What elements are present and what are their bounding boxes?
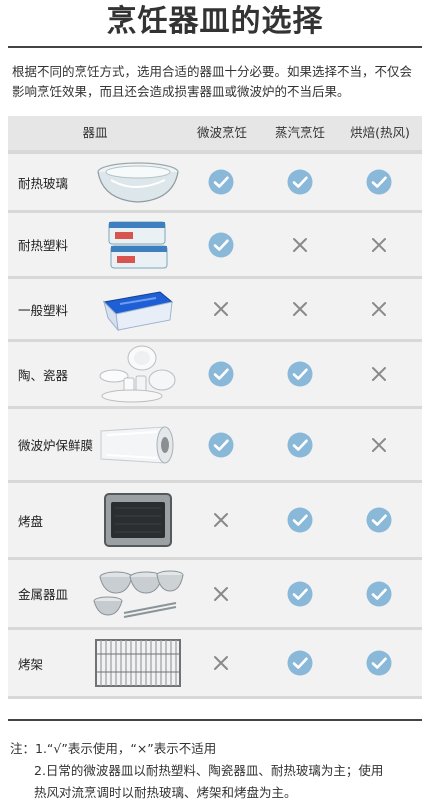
cross-icon [372,437,386,452]
check-icon [366,581,392,606]
cookware-name: 烤盘 [18,513,44,529]
cross-icon [372,367,386,381]
microwave-mark [196,409,246,480]
cookware-name: 一般塑料 [18,302,69,318]
table-row: 耐热塑料 [8,213,422,276]
bake-mark [354,213,404,276]
table-row: 陶、瓷器 [8,342,422,406]
ceramic-dishes-image [90,342,186,406]
metal-bowls-image [90,560,186,627]
bake-mark [354,154,404,210]
notes: 注：1.“√”表示使用，“×”表示不适用 2.日常的微波器皿以耐热塑料、陶瓷器皿… [10,738,422,804]
cookware-name: 耐热玻璃 [18,175,69,191]
cross-icon [293,302,307,316]
glass-bowl-image [90,154,186,210]
microwave-mark [196,154,246,210]
check-icon [366,507,392,533]
steam-mark [275,213,325,276]
bake-mark [354,560,404,627]
cling-film-roll-image [90,409,186,480]
header-bake: 烘焙(热风) [350,125,410,140]
cross-icon [293,237,307,252]
check-icon [208,169,234,195]
table-row: 耐热玻璃 [8,154,422,210]
check-icon [208,432,234,457]
check-icon [366,650,392,676]
cookware-name: 微波炉保鲜膜 [18,438,94,453]
check-icon [287,581,313,606]
header-microwave: 微波烹饪 [196,125,247,140]
bake-mark [354,342,404,406]
microwave-mark [196,560,246,627]
microwave-mark [196,630,246,696]
note-2: 2.日常的微波器皿以耐热塑料、陶瓷器皿、耐热玻璃为主；使用 [34,763,384,778]
steam-mark [275,630,325,696]
check-icon [287,507,313,533]
check-icon [287,169,313,195]
cookware-name: 烤架 [18,656,44,672]
steam-mark [275,409,325,480]
notes-divider [8,719,422,721]
check-icon [208,361,234,387]
steam-mark [275,154,325,210]
page-title: 烹饪器皿的选择 [106,4,324,39]
microwave-mark [196,213,246,276]
cookware-name: 金属器皿 [18,587,69,602]
note-1: 注：1.“√”表示使用，“×”表示不适用 [10,741,217,756]
check-icon [287,432,313,457]
microwave-mark [196,342,246,406]
cross-icon [372,302,386,316]
plastic-containers-image [90,213,186,276]
check-icon [208,232,234,257]
intro-paragraph: 根据不同的烹饪方式，选用合适的器皿十分必要。如果选择不当，不仅会影响烹饪效果，而… [12,64,413,99]
cookware-name: 耐热塑料 [18,238,69,253]
steam-mark [275,342,325,406]
cross-icon [214,302,228,316]
table-row: 一般塑料 [8,279,422,339]
cross-icon [214,513,228,527]
bake-mark [354,630,404,696]
table-row: 烤盘 [8,483,422,557]
header-steam: 蒸汽烹饪 [274,125,325,140]
wire-rack-image [90,630,186,696]
steam-mark [275,483,325,557]
check-icon [287,650,313,676]
header-cookware: 器皿 [82,125,108,140]
cross-icon [214,586,228,601]
microwave-mark [196,279,246,339]
baking-tray-image [90,483,186,557]
steam-mark [275,279,325,339]
table-row: 微波炉保鲜膜 [8,409,422,480]
bake-mark [354,279,404,339]
note-2-continued: 热风对流烹调时以耐热玻璃、烤架和烤盘为主。 [34,785,297,800]
check-icon [366,169,392,195]
bake-mark [354,409,404,480]
table-row: 烤架 [8,630,422,696]
check-icon [287,361,313,387]
table-row: 金属器皿 [8,560,422,627]
cookware-name: 陶、瓷器 [18,367,69,383]
table-header: 器皿 微波烹饪 蒸汽烹饪 烘焙(热风) [8,116,422,150]
cross-icon [214,656,228,670]
cookware-table: 器皿 微波烹饪 蒸汽烹饪 烘焙(热风) 耐热玻璃 耐热塑料 一般塑料 陶、瓷器 [8,116,422,699]
plastic-box-image [90,279,186,339]
cross-icon [372,237,386,252]
bake-mark [354,483,404,557]
title-divider [8,46,422,48]
microwave-mark [196,483,246,557]
steam-mark [275,560,325,627]
